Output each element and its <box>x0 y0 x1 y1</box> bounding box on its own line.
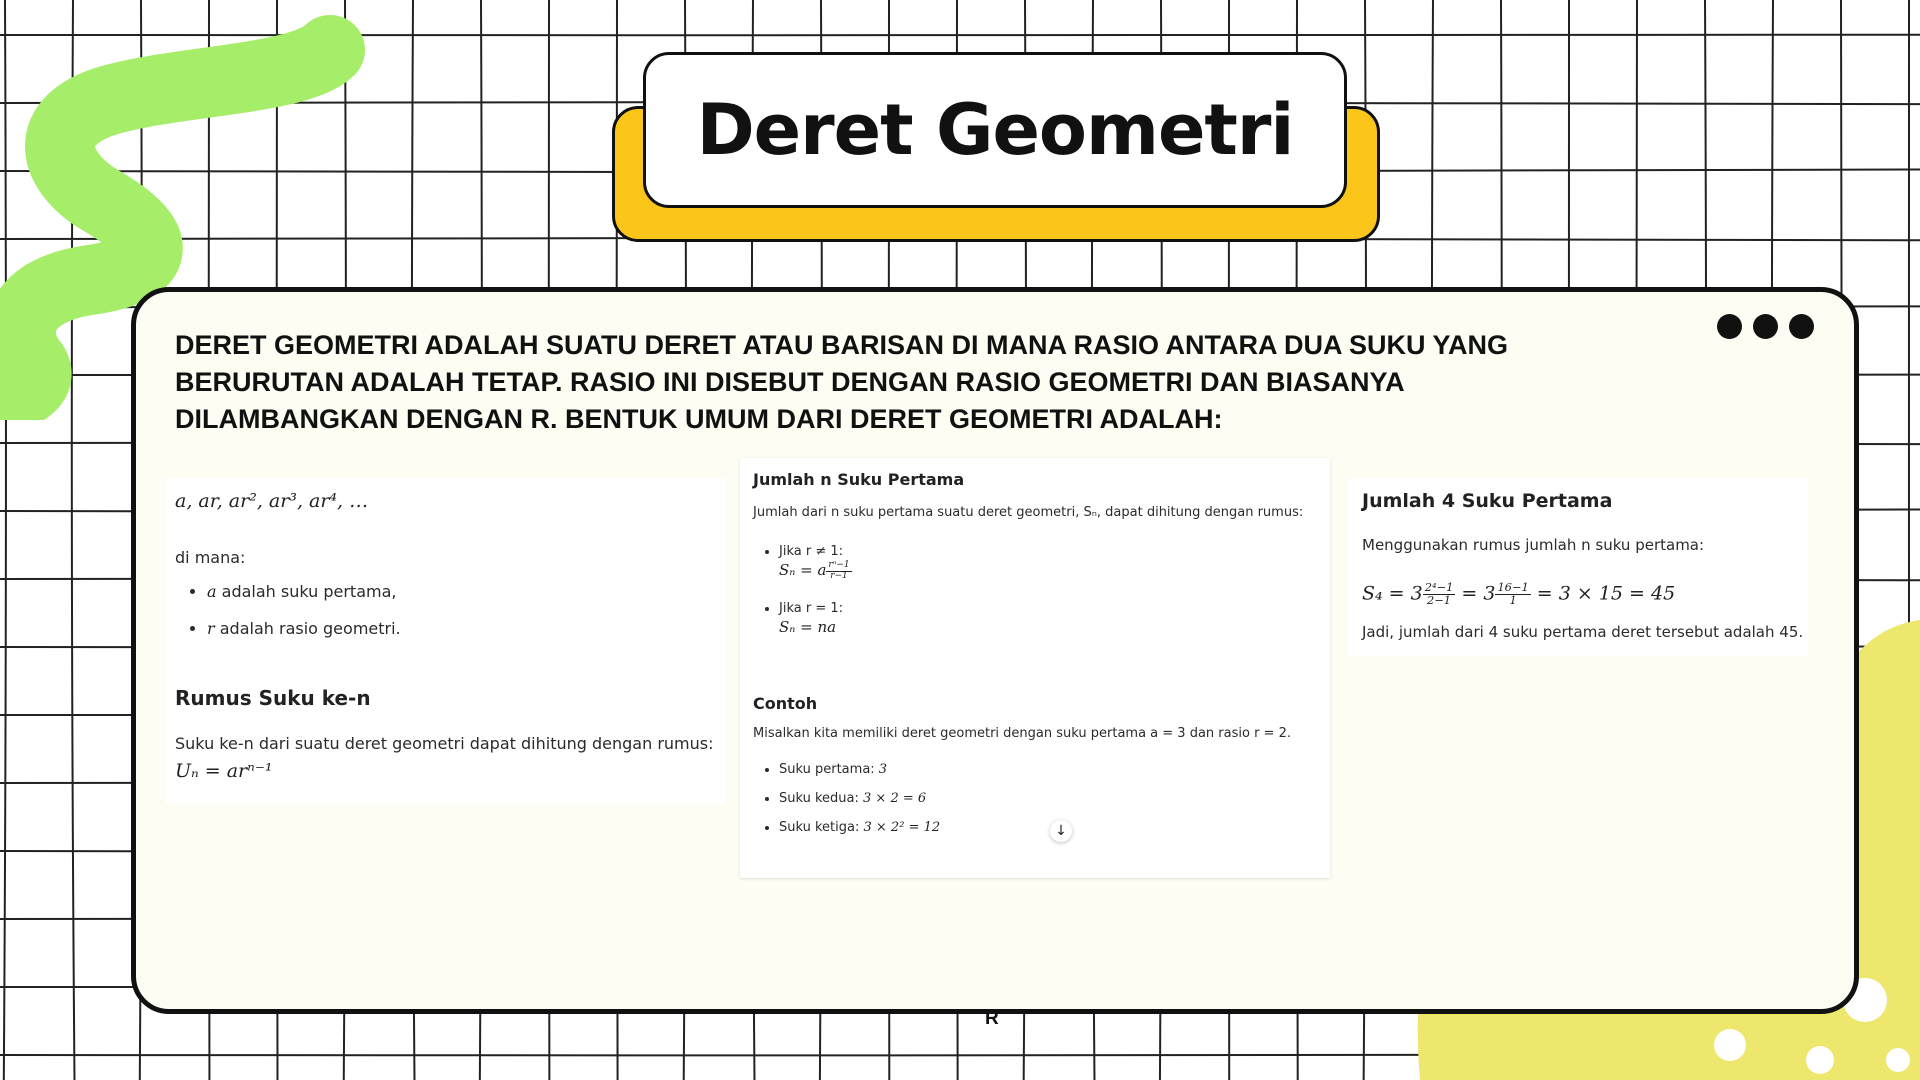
example-heading: Contoh <box>753 694 818 713</box>
general-form-panel: a, ar, ar², ar³, ar⁴, … di mana: a adala… <box>165 478 725 803</box>
definition-list: a adalah suku pertama, r adalah rasio ge… <box>175 582 401 656</box>
example-list: Suku pertama: 3 Suku kedua: 3 × 2 = 6 Su… <box>753 762 940 849</box>
list-item: r adalah rasio geometri. <box>207 619 401 638</box>
section-heading: Rumus Suku ke-n <box>175 686 371 710</box>
page-title: Deret Geometri <box>696 89 1295 171</box>
example-description: Misalkan kita memiliki deret geometri de… <box>753 726 1291 741</box>
fraction: 16−1 1 <box>1495 580 1531 607</box>
case-list: Jika r ≠ 1: Sₙ = arⁿ−1r−1 Jika r = 1: Sₙ… <box>753 544 852 656</box>
list-item: Jika r = 1: Sₙ = na <box>779 601 852 636</box>
section-heading: Jumlah n Suku Pertama <box>753 470 965 489</box>
list-item: Jika r ≠ 1: Sₙ = arⁿ−1r−1 <box>779 544 852 581</box>
s4-calculation: S₄ = 3 2⁴−1 2−1 = 3 16−1 1 = 3 × 15 = 45 <box>1362 580 1676 607</box>
sum-formula-r-1: Sₙ = na <box>779 617 837 636</box>
scroll-down-icon[interactable]: ↓ <box>1050 820 1072 842</box>
dot-icon <box>1717 314 1742 339</box>
title-box: Deret Geometri <box>643 52 1347 208</box>
footer-mark: R <box>985 1008 999 1029</box>
sum-example-description: Menggunakan rumus jumlah n suku pertama: <box>1362 536 1705 554</box>
list-item: Suku kedua: 3 × 2 = 6 <box>779 791 940 806</box>
fraction: rⁿ−1 r−1 <box>826 560 852 581</box>
section-heading: Jumlah 4 Suku Pertama <box>1362 490 1613 512</box>
intro-text: DERET GEOMETRI ADALAH SUATU DERET ATAU B… <box>175 330 1509 434</box>
general-sequence: a, ar, ar², ar³, ar⁴, … <box>175 490 369 512</box>
dot-icon <box>1753 314 1778 339</box>
formula-description: Suku ke-n dari suatu deret geometri dapa… <box>175 734 714 753</box>
sum-formula-r-not-1: Sₙ = a rⁿ−1 r−1 <box>779 560 852 581</box>
window-dots <box>1717 314 1814 339</box>
dimana-label: di mana: <box>175 548 246 567</box>
sum-example-panel: Jumlah 4 Suku Pertama Menggunakan rumus … <box>1348 478 1808 656</box>
sum-description: Jumlah dari n suku pertama suatu deret g… <box>753 505 1304 520</box>
list-item: a adalah suku pertama, <box>207 582 401 601</box>
conclusion-text: Jadi, jumlah dari 4 suku pertama deret t… <box>1362 623 1804 641</box>
list-item: Suku ketiga: 3 × 2² = 12 <box>779 820 940 835</box>
content-card: DERET GEOMETRI ADALAH SUATU DERET ATAU B… <box>131 287 1859 1014</box>
list-item: Suku pertama: 3 <box>779 762 940 777</box>
sum-formula-panel: Jumlah n Suku Pertama Jumlah dari n suku… <box>740 458 1330 878</box>
dot-icon <box>1789 314 1814 339</box>
fraction: 2⁴−1 2−1 <box>1422 580 1456 607</box>
nth-term-formula: Uₙ = arⁿ⁻¹ <box>175 760 273 782</box>
